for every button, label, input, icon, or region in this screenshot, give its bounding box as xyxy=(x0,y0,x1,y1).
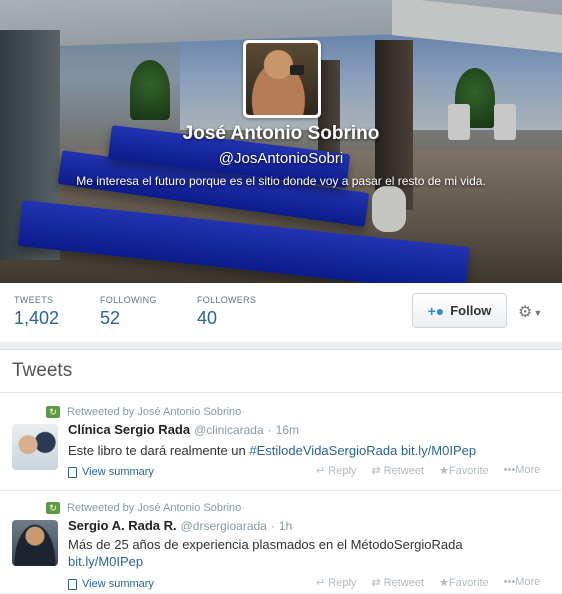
retweet-icon: ↻ xyxy=(46,406,60,418)
profile-handle: @JosAntonioSobri xyxy=(218,150,344,167)
tweet-actions: ↵ Reply ⇄ Retweet ★Favorite •••More xyxy=(316,576,540,589)
stat-following[interactable]: FOLLOWING 52 xyxy=(100,295,157,329)
document-icon xyxy=(68,466,77,478)
tweet-item[interactable]: ↻ Retweeted by José Antonio Sobrino Serg… xyxy=(0,492,562,594)
tweets-heading: Tweets xyxy=(0,350,562,393)
view-summary-link[interactable]: View summary xyxy=(68,578,154,590)
profile-name: José Antonio Sobrino xyxy=(182,123,380,144)
profile-avatar[interactable] xyxy=(243,40,321,118)
avatar[interactable] xyxy=(12,520,58,566)
tweet-item[interactable]: ↻ Retweeted by José Antonio Sobrino Clín… xyxy=(0,394,562,491)
tweet-text: Este libro te dará realmente un #Estilod… xyxy=(68,443,477,458)
reply-icon: ↵ xyxy=(316,577,326,589)
retweet-icon: ⇄ xyxy=(371,465,381,477)
reply-action[interactable]: ↵ Reply xyxy=(316,576,356,589)
document-icon xyxy=(68,578,77,590)
retweet-action[interactable]: ⇄ Retweet xyxy=(371,464,424,477)
url-link[interactable]: bit.ly/M0IPep xyxy=(401,443,476,458)
favorite-action[interactable]: ★Favorite xyxy=(439,576,489,589)
tweet-time[interactable]: 16m xyxy=(276,423,299,437)
tweet-author[interactable]: Clínica Sergio Rada xyxy=(68,422,190,437)
profile-card: José Antonio Sobrino @JosAntonioSobri Me… xyxy=(0,0,562,342)
retweet-context: ↻ Retweeted by José Antonio Sobrino xyxy=(46,406,241,418)
follow-button[interactable]: +● Follow xyxy=(412,293,507,328)
stat-followers[interactable]: FOLLOWERS 40 xyxy=(197,295,256,329)
tweet-text: Más de 25 años de experiencia plasmados … xyxy=(68,537,463,569)
avatar[interactable] xyxy=(12,424,58,470)
more-icon: ••• xyxy=(503,576,516,588)
add-user-icon: +● xyxy=(427,302,445,319)
hashtag-link[interactable]: #EstilodeVidaSergioRada xyxy=(249,443,397,458)
view-summary-link[interactable]: View summary xyxy=(68,466,154,478)
retweet-action[interactable]: ⇄ Retweet xyxy=(371,576,424,589)
tweet-author[interactable]: Sergio A. Rada R. xyxy=(68,518,177,533)
tweet-handle[interactable]: @clinicarada xyxy=(194,423,264,437)
stat-tweets[interactable]: TWEETS 1,402 xyxy=(14,295,59,329)
more-action[interactable]: •••More xyxy=(504,576,541,589)
retweet-icon: ↻ xyxy=(46,502,60,514)
star-icon: ★ xyxy=(439,465,449,477)
star-icon: ★ xyxy=(439,577,449,589)
chevron-down-icon: ▼ xyxy=(533,307,543,318)
tweet-handle[interactable]: @drsergioarada xyxy=(181,519,267,533)
url-link[interactable]: bit.ly/M0IPep xyxy=(68,554,143,569)
reply-icon: ↵ xyxy=(316,465,326,477)
retweet-context: ↻ Retweeted by José Antonio Sobrino xyxy=(46,502,241,514)
tweet-actions: ↵ Reply ⇄ Retweet ★Favorite •••More xyxy=(316,464,540,477)
retweet-icon: ⇄ xyxy=(371,577,381,589)
more-icon: ••• xyxy=(503,464,516,476)
favorite-action[interactable]: ★Favorite xyxy=(439,464,489,477)
more-action[interactable]: •••More xyxy=(504,464,541,477)
gear-icon: ⚙ xyxy=(518,304,533,321)
settings-menu-button[interactable]: ⚙▼ xyxy=(518,302,542,322)
reply-action[interactable]: ↵ Reply xyxy=(316,464,356,477)
tweet-time[interactable]: 1h xyxy=(279,519,292,533)
tweets-module: Tweets ↻ Retweeted by José Antonio Sobri… xyxy=(0,349,562,593)
profile-bio: Me interesa el futuro porque es el sitio… xyxy=(76,174,486,188)
